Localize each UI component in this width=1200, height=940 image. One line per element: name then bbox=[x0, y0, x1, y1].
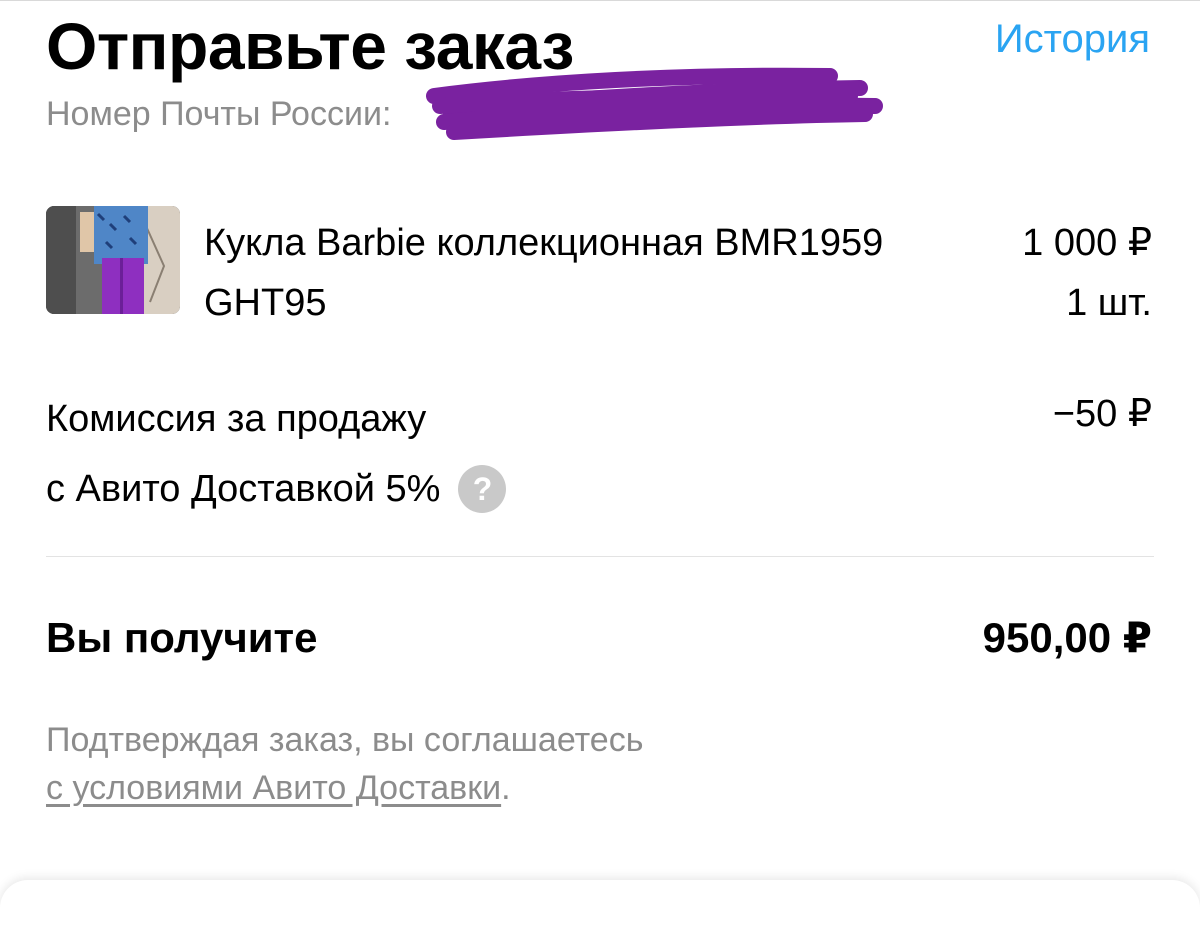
question-mark-icon[interactable]: ? bbox=[458, 465, 507, 513]
delivery-terms-link[interactable]: с условиями Авито Доставки bbox=[46, 769, 501, 807]
product-thumbnail[interactable] bbox=[46, 206, 180, 314]
history-link[interactable]: История bbox=[995, 14, 1150, 64]
commission-label-line1: Комиссия за продажу bbox=[46, 398, 427, 440]
redaction-scribble bbox=[426, 67, 883, 140]
doll-image bbox=[46, 206, 180, 314]
agreement-line1: Подтверждая заказ, вы соглашаетесь bbox=[46, 721, 644, 759]
total-amount: 950,00 ₽ bbox=[982, 614, 1152, 661]
agreement-text: Подтверждая заказ, вы соглашаетесь с усл… bbox=[46, 716, 946, 812]
top-divider bbox=[0, 0, 1200, 1]
commission-label-line2-row: с Авито Доставкой 5% ? bbox=[46, 454, 746, 524]
bottom-sheet bbox=[0, 880, 1200, 940]
product-quantity: 1 шт. bbox=[1066, 282, 1152, 324]
agreement-suffix: . bbox=[501, 769, 511, 807]
commission-amount: −50 ₽ bbox=[1052, 393, 1152, 435]
commission-label: Комиссия за продажу с Авито Доставкой 5%… bbox=[46, 384, 746, 524]
post-tracking-number: Номер Почты России: bbox=[46, 92, 391, 136]
commission-label-line2: с Авито Доставкой 5% bbox=[46, 468, 441, 510]
total-label: Вы получите bbox=[46, 614, 318, 661]
section-divider bbox=[46, 556, 1154, 557]
post-number-label: Номер Почты России: bbox=[46, 95, 392, 133]
agreement-line2: с условиями Авито Доставки. bbox=[46, 764, 946, 812]
product-price: 1 000 ₽ bbox=[1022, 222, 1152, 264]
product-name: Кукла Barbie коллекционная BMR1959 GHT95 bbox=[204, 222, 884, 324]
